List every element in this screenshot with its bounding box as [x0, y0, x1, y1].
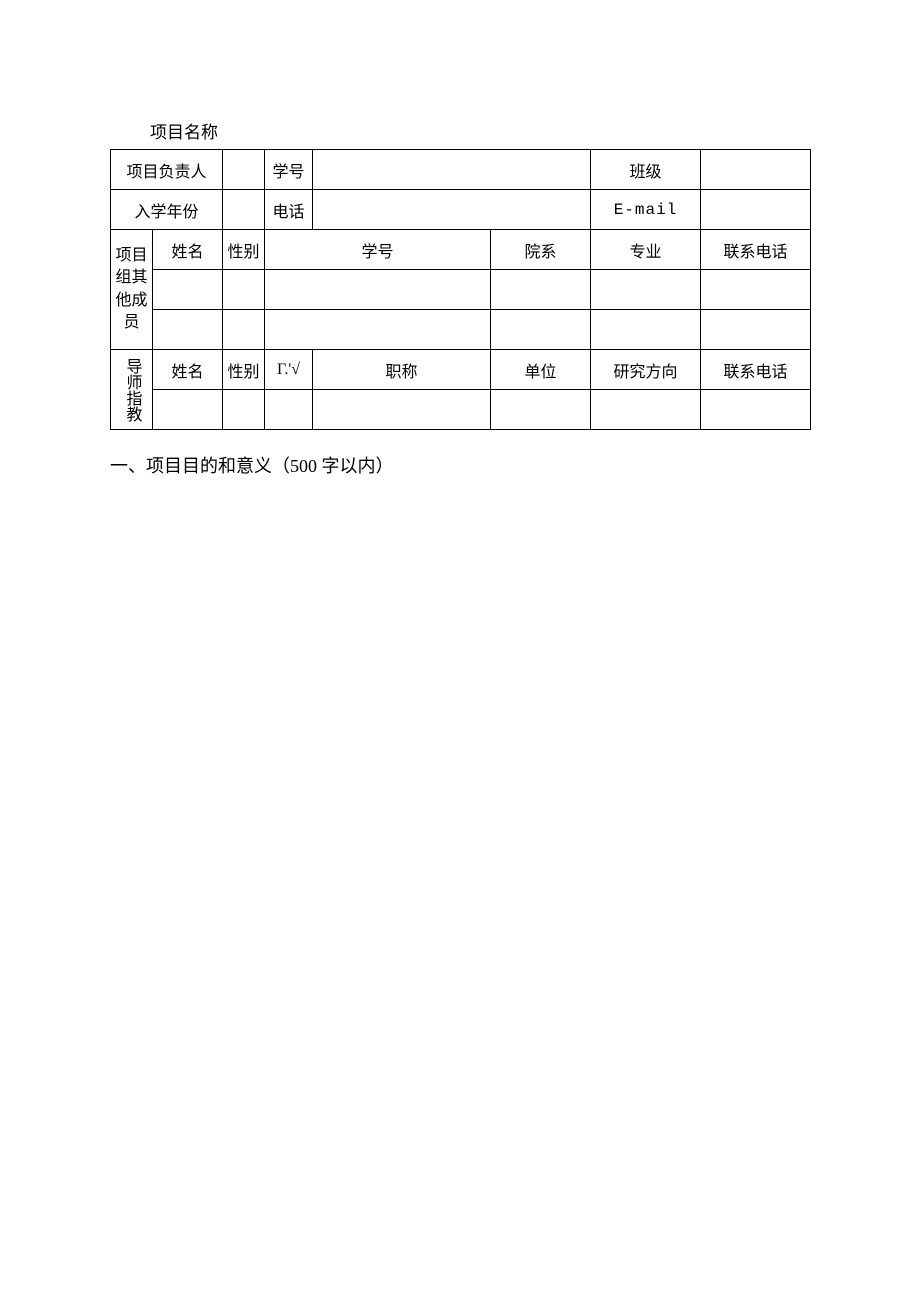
field-phone[interactable]: [313, 190, 591, 230]
row-members-header: 项目组其他成员 姓名 性别 学号 院系 专业 联系电话: [111, 230, 811, 270]
input-advisor-title[interactable]: [313, 389, 494, 430]
field-member1-major[interactable]: [591, 270, 701, 310]
application-form-table: 项目负责人 学号 班级 入学年份 电话 E-mail 项目组其他成员 姓名 性别…: [110, 149, 811, 430]
field-member2-phone[interactable]: [701, 310, 811, 350]
header-member-name: 姓名: [153, 230, 223, 270]
field-member1-phone[interactable]: [701, 270, 811, 310]
input-advisor-col3[interactable]: [265, 389, 316, 430]
field-member2-major[interactable]: [591, 310, 701, 350]
input-member2-id[interactable]: [265, 309, 494, 350]
input-member1-id[interactable]: [265, 269, 494, 310]
field-class[interactable]: [701, 150, 811, 190]
header-member-id: 学号: [265, 230, 491, 270]
header-advisor-unit: 单位: [491, 350, 591, 390]
input-advisor-unit[interactable]: [491, 389, 594, 430]
input-class[interactable]: [701, 149, 814, 190]
input-advisor-gender[interactable]: [223, 389, 268, 430]
field-member2-gender[interactable]: [223, 310, 265, 350]
row-project-leader: 项目负责人 学号 班级: [111, 150, 811, 190]
header-member-major: 专业: [591, 230, 701, 270]
field-advisor-phone[interactable]: [701, 390, 811, 430]
input-member2-major[interactable]: [591, 309, 704, 350]
label-project-leader: 项目负责人: [111, 150, 223, 190]
input-member2-phone[interactable]: [701, 309, 814, 350]
label-student-id: 学号: [265, 150, 313, 190]
row-advisor-1: [111, 390, 811, 430]
label-class: 班级: [591, 150, 701, 190]
input-member1-dept[interactable]: [491, 269, 594, 310]
label-group-members: 项目组其他成员: [111, 230, 153, 350]
header-member-dept: 院系: [491, 230, 591, 270]
field-member2-dept[interactable]: [491, 310, 591, 350]
input-phone[interactable]: [313, 189, 594, 230]
label-email: E-mail: [591, 190, 701, 230]
header-member-gender: 性别: [223, 230, 265, 270]
input-member2-gender[interactable]: [223, 309, 268, 350]
field-member2-id[interactable]: [265, 310, 491, 350]
row-member-1: [111, 270, 811, 310]
header-advisor-col3: Γ.'√: [265, 350, 313, 390]
row-member-2: [111, 310, 811, 350]
input-member2-dept[interactable]: [491, 309, 594, 350]
field-email[interactable]: [701, 190, 811, 230]
field-advisor-unit[interactable]: [491, 390, 591, 430]
field-advisor-research[interactable]: [591, 390, 701, 430]
header-advisor-gender: 性别: [223, 350, 265, 390]
input-enroll-year[interactable]: [223, 189, 268, 230]
header-advisor-title: 职称: [313, 350, 491, 390]
header-advisor-research: 研究方向: [591, 350, 701, 390]
input-advisor-phone[interactable]: [701, 389, 814, 430]
input-member2-name[interactable]: [153, 309, 226, 350]
section-1-heading: 一、项目目的和意义（500 字以内）: [110, 452, 810, 478]
header-advisor-phone: 联系电话: [701, 350, 811, 390]
label-advisor: 导师指教: [111, 350, 153, 430]
field-advisor-col3[interactable]: [265, 390, 313, 430]
input-member1-gender[interactable]: [223, 269, 268, 310]
input-student-id[interactable]: [313, 149, 594, 190]
field-member2-name[interactable]: [153, 310, 223, 350]
label-phone: 电话: [265, 190, 313, 230]
document-page: 项目名称 项目负责人 学号 班级 入学年份: [0, 0, 920, 1301]
row-advisor-header: 导师指教 姓名 性别 Γ.'√ 职称 单位 研究方向 联系电话: [111, 350, 811, 390]
input-advisor-name[interactable]: [153, 389, 226, 430]
input-member1-name[interactable]: [153, 269, 226, 310]
input-advisor-research[interactable]: [591, 389, 704, 430]
field-member1-gender[interactable]: [223, 270, 265, 310]
field-advisor-name[interactable]: [153, 390, 223, 430]
input-email[interactable]: [701, 189, 814, 230]
project-name-label: 项目名称: [150, 118, 810, 143]
input-member1-major[interactable]: [591, 269, 704, 310]
field-student-id[interactable]: [313, 150, 591, 190]
field-advisor-title[interactable]: [313, 390, 491, 430]
field-member1-id[interactable]: [265, 270, 491, 310]
row-enroll-year: 入学年份 电话 E-mail: [111, 190, 811, 230]
label-enroll-year: 入学年份: [111, 190, 223, 230]
field-member1-dept[interactable]: [491, 270, 591, 310]
header-member-phone: 联系电话: [701, 230, 811, 270]
header-advisor-name: 姓名: [153, 350, 223, 390]
input-project-leader[interactable]: [223, 149, 268, 190]
field-member1-name[interactable]: [153, 270, 223, 310]
field-advisor-gender[interactable]: [223, 390, 265, 430]
field-project-leader[interactable]: [223, 150, 265, 190]
field-enroll-year[interactable]: [223, 190, 265, 230]
input-member1-phone[interactable]: [701, 269, 814, 310]
